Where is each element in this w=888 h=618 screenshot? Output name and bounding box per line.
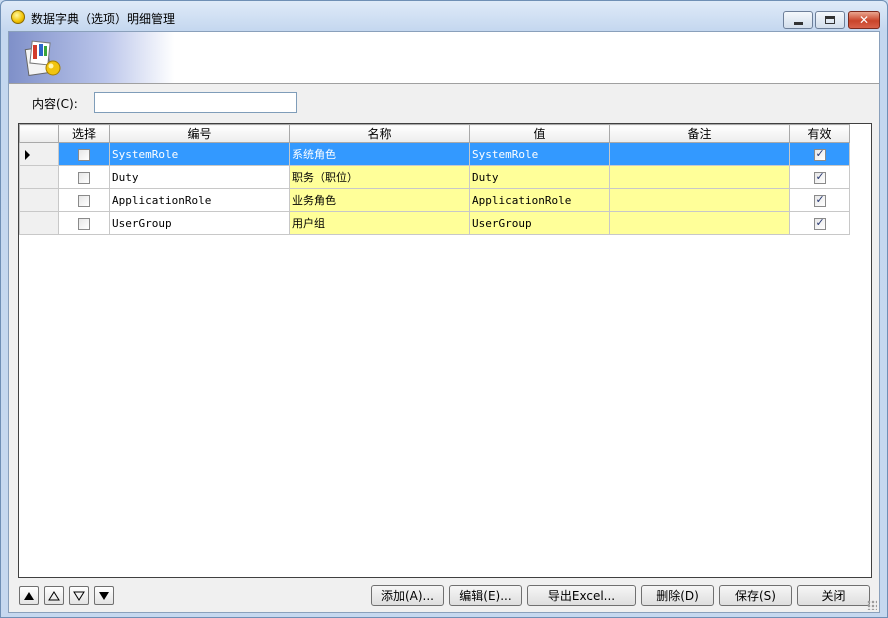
- select-checkbox[interactable]: [78, 148, 90, 161]
- row-header-corner: [19, 124, 59, 143]
- table-row[interactable]: SystemRole 系统角色 SystemRole: [19, 142, 850, 166]
- valid-checkbox[interactable]: [813, 193, 826, 207]
- move-down-button[interactable]: [69, 586, 89, 605]
- code-cell[interactable]: SystemRole: [109, 142, 290, 166]
- table-header-row: 选择 编号 名称 值 备注 有效: [19, 124, 850, 143]
- save-button[interactable]: 保存(S): [719, 585, 792, 606]
- remark-cell[interactable]: [609, 188, 790, 212]
- valid-cell[interactable]: [789, 188, 850, 212]
- maximize-button[interactable]: [815, 11, 845, 29]
- value-cell[interactable]: ApplicationRole: [469, 188, 610, 212]
- maximize-icon: [825, 16, 835, 24]
- app-title-icon: [11, 10, 25, 24]
- valid-checkbox[interactable]: [813, 170, 826, 184]
- edit-button[interactable]: 编辑(E)...: [449, 585, 522, 606]
- row-header[interactable]: [19, 165, 59, 189]
- select-checkbox[interactable]: [78, 194, 90, 207]
- triangle-up-filled-icon: [24, 591, 34, 600]
- table-row[interactable]: UserGroup 用户组 UserGroup: [19, 211, 850, 235]
- row-header[interactable]: [19, 188, 59, 212]
- remark-cell[interactable]: [609, 211, 790, 235]
- value-cell[interactable]: Duty: [469, 165, 610, 189]
- dictionary-icon: [24, 40, 61, 76]
- close-window-button[interactable]: ✕: [848, 11, 880, 29]
- remark-cell[interactable]: [609, 165, 790, 189]
- select-checkbox[interactable]: [78, 171, 90, 184]
- content-input[interactable]: [94, 92, 297, 113]
- valid-cell[interactable]: [789, 211, 850, 235]
- close-icon: ✕: [858, 13, 870, 27]
- code-cell[interactable]: ApplicationRole: [109, 188, 290, 212]
- select-cell[interactable]: [58, 165, 110, 189]
- valid-checkbox[interactable]: [813, 147, 826, 161]
- remark-cell[interactable]: [609, 142, 790, 166]
- value-cell[interactable]: UserGroup: [469, 211, 610, 235]
- triangle-down-filled-icon: [99, 591, 109, 600]
- minimize-icon: [793, 21, 803, 25]
- column-header-code[interactable]: 编号: [109, 124, 290, 143]
- table-row[interactable]: ApplicationRole 业务角色 ApplicationRole: [19, 188, 850, 212]
- valid-cell[interactable]: [789, 142, 850, 166]
- data-table: 选择 编号 名称 值 备注 有效 SystemRole 系统角色 SystemR…: [19, 124, 850, 235]
- title-bar[interactable]: 数据字典（选项）明细管理 ✕: [1, 1, 887, 31]
- select-cell[interactable]: [58, 142, 110, 166]
- value-cell[interactable]: SystemRole: [469, 142, 610, 166]
- dialog-content: 内容(C): 选择 编号 名称 值 备注 有效 SystemRole 系统角色 …: [8, 31, 880, 613]
- valid-checkbox[interactable]: [813, 216, 826, 230]
- column-header-remark[interactable]: 备注: [609, 124, 790, 143]
- name-cell[interactable]: 职务（职位）: [289, 165, 470, 189]
- name-cell[interactable]: 系统角色: [289, 142, 470, 166]
- row-header[interactable]: [19, 142, 59, 166]
- column-header-valid[interactable]: 有效: [789, 124, 850, 143]
- name-cell[interactable]: 用户组: [289, 211, 470, 235]
- column-header-select[interactable]: 选择: [58, 124, 110, 143]
- select-checkbox[interactable]: [78, 217, 90, 230]
- move-up-button[interactable]: [44, 586, 64, 605]
- content-label: 内容(C):: [32, 97, 78, 111]
- add-button[interactable]: 添加(A)...: [371, 585, 444, 606]
- select-cell[interactable]: [58, 188, 110, 212]
- code-cell[interactable]: Duty: [109, 165, 290, 189]
- code-cell[interactable]: UserGroup: [109, 211, 290, 235]
- move-first-button[interactable]: [19, 586, 39, 605]
- triangle-up-outline-icon: [48, 590, 60, 600]
- name-cell[interactable]: 业务角色: [289, 188, 470, 212]
- select-cell[interactable]: [58, 211, 110, 235]
- export-excel-button[interactable]: 导出Excel...: [527, 585, 636, 606]
- move-last-button[interactable]: [94, 586, 114, 605]
- window-title: 数据字典（选项）明细管理: [31, 12, 176, 26]
- current-row-arrow-icon: [25, 150, 30, 160]
- header-banner: [9, 32, 879, 84]
- column-header-value[interactable]: 值: [469, 124, 610, 143]
- data-grid[interactable]: 选择 编号 名称 值 备注 有效 SystemRole 系统角色 SystemR…: [18, 123, 872, 578]
- row-header[interactable]: [19, 211, 59, 235]
- app-window: 数据字典（选项）明细管理 ✕ 内容(C): 选择 编号 名称 值 备注 有效 S…: [0, 0, 888, 618]
- column-header-name[interactable]: 名称: [289, 124, 470, 143]
- resize-grip[interactable]: [867, 600, 877, 610]
- close-button[interactable]: 关闭: [797, 585, 870, 606]
- delete-button[interactable]: 删除(D): [641, 585, 714, 606]
- valid-cell[interactable]: [789, 165, 850, 189]
- minimize-button[interactable]: [783, 11, 813, 29]
- table-row[interactable]: Duty 职务（职位） Duty: [19, 165, 850, 189]
- triangle-down-outline-icon: [73, 591, 85, 601]
